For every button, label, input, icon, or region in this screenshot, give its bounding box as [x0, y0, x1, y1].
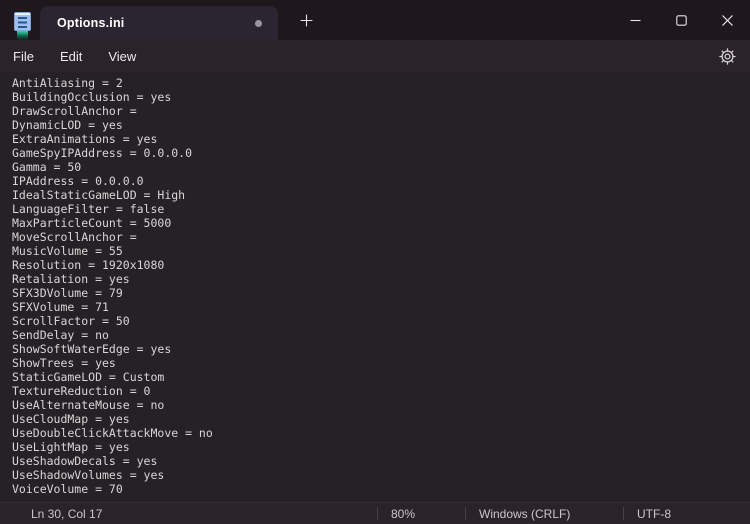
menu-file[interactable]: File	[0, 44, 47, 69]
minimize-icon	[630, 19, 640, 21]
notepad-app-icon	[14, 12, 31, 40]
tab-options-ini[interactable]: Options.ini	[40, 6, 278, 40]
tab-title: Options.ini	[57, 16, 125, 30]
minimize-button[interactable]	[612, 0, 658, 40]
menu-edit[interactable]: Edit	[47, 44, 95, 69]
status-divider	[623, 507, 624, 520]
menubar: File Edit View	[0, 40, 750, 72]
maximize-icon	[675, 14, 687, 26]
caption-buttons	[612, 0, 750, 40]
settings-button[interactable]	[710, 42, 744, 70]
close-button[interactable]	[704, 0, 750, 40]
unsaved-changes-dot-icon	[255, 19, 262, 27]
maximize-button[interactable]	[658, 0, 704, 40]
close-icon	[721, 14, 733, 26]
text-editor[interactable]: AntiAliasing = 2 BuildingOcclusion = yes…	[0, 72, 750, 502]
editor-content: AntiAliasing = 2 BuildingOcclusion = yes…	[12, 76, 213, 496]
line-ending-segment: Windows (CRLF)	[465, 503, 623, 524]
menu-view[interactable]: View	[95, 44, 149, 69]
status-divider	[377, 507, 378, 520]
encoding: UTF-8	[637, 506, 671, 521]
cursor-position: Ln 30, Col 17	[31, 506, 103, 521]
line-ending: Windows (CRLF)	[479, 506, 571, 521]
zoom-level: 80%	[391, 506, 416, 521]
status-divider	[465, 507, 466, 520]
titlebar: Options.ini	[0, 0, 750, 40]
encoding-segment: UTF-8	[623, 503, 750, 524]
notepad-icon	[14, 12, 31, 31]
statusbar: Ln 30, Col 17 80% Windows (CRLF) UTF-8	[0, 502, 750, 524]
new-tab-button[interactable]	[291, 7, 321, 34]
notepad-window: Options.ini File Edit View AntiAliasing …	[0, 0, 750, 524]
zoom-level-segment: 80%	[377, 503, 465, 524]
plus-icon	[299, 14, 313, 27]
gear-icon	[718, 47, 736, 65]
icon-gradient-tail	[17, 31, 28, 40]
